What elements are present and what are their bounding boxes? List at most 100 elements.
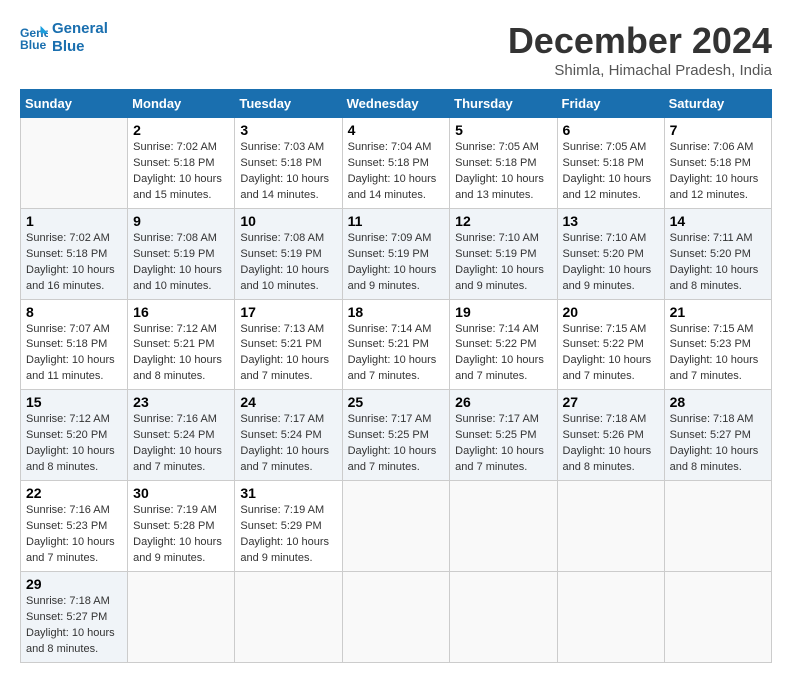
table-row (450, 481, 557, 572)
table-row: 3 Sunrise: 7:03 AM Sunset: 5:18 PM Dayli… (235, 118, 342, 209)
logo-icon: General Blue (20, 24, 48, 52)
calendar-week-row: 8 Sunrise: 7:07 AM Sunset: 5:18 PM Dayli… (21, 299, 772, 390)
location: Shimla, Himachal Pradesh, India (508, 62, 772, 79)
day-number: 14 (670, 213, 766, 229)
day-number: 1 (26, 213, 122, 229)
calendar-week-row: 2 Sunrise: 7:02 AM Sunset: 5:18 PM Dayli… (21, 118, 772, 209)
day-info: Sunrise: 7:15 AM Sunset: 5:23 PM Dayligh… (670, 322, 766, 386)
page-header: General Blue General Blue December 2024 … (20, 20, 772, 79)
table-row: 16 Sunrise: 7:12 AM Sunset: 5:21 PM Dayl… (128, 299, 235, 390)
table-row: 27 Sunrise: 7:18 AM Sunset: 5:26 PM Dayl… (557, 390, 664, 481)
day-number: 8 (26, 304, 122, 320)
table-row: 28 Sunrise: 7:18 AM Sunset: 5:27 PM Dayl… (664, 390, 771, 481)
table-row: 10 Sunrise: 7:08 AM Sunset: 5:19 PM Dayl… (235, 208, 342, 299)
day-number: 17 (240, 304, 336, 320)
day-number: 31 (240, 485, 336, 501)
day-info: Sunrise: 7:14 AM Sunset: 5:22 PM Dayligh… (455, 322, 551, 386)
day-number: 6 (563, 122, 659, 138)
day-number: 30 (133, 485, 229, 501)
table-row: 21 Sunrise: 7:15 AM Sunset: 5:23 PM Dayl… (664, 299, 771, 390)
table-row: 12 Sunrise: 7:10 AM Sunset: 5:19 PM Dayl… (450, 208, 557, 299)
table-row (21, 118, 128, 209)
table-row: 24 Sunrise: 7:17 AM Sunset: 5:24 PM Dayl… (235, 390, 342, 481)
day-number: 29 (26, 576, 122, 592)
col-friday: Friday (557, 90, 664, 118)
calendar-week-row: 1 Sunrise: 7:02 AM Sunset: 5:18 PM Dayli… (21, 208, 772, 299)
day-number: 9 (133, 213, 229, 229)
col-monday: Monday (128, 90, 235, 118)
day-number: 4 (348, 122, 445, 138)
table-row: 19 Sunrise: 7:14 AM Sunset: 5:22 PM Dayl… (450, 299, 557, 390)
table-row: 14 Sunrise: 7:11 AM Sunset: 5:20 PM Dayl… (664, 208, 771, 299)
table-row: 8 Sunrise: 7:07 AM Sunset: 5:18 PM Dayli… (21, 299, 128, 390)
table-row (557, 481, 664, 572)
day-info: Sunrise: 7:16 AM Sunset: 5:23 PM Dayligh… (26, 503, 122, 567)
day-info: Sunrise: 7:04 AM Sunset: 5:18 PM Dayligh… (348, 140, 445, 204)
col-wednesday: Wednesday (342, 90, 450, 118)
day-number: 13 (563, 213, 659, 229)
day-info: Sunrise: 7:17 AM Sunset: 5:24 PM Dayligh… (240, 412, 336, 476)
day-info: Sunrise: 7:15 AM Sunset: 5:22 PM Dayligh… (563, 322, 659, 386)
table-row (557, 571, 664, 662)
table-row: 31 Sunrise: 7:19 AM Sunset: 5:29 PM Dayl… (235, 481, 342, 572)
day-number: 15 (26, 394, 122, 410)
table-row: 4 Sunrise: 7:04 AM Sunset: 5:18 PM Dayli… (342, 118, 450, 209)
day-number: 12 (455, 213, 551, 229)
table-row: 20 Sunrise: 7:15 AM Sunset: 5:22 PM Dayl… (557, 299, 664, 390)
svg-text:Blue: Blue (20, 38, 47, 52)
day-info: Sunrise: 7:10 AM Sunset: 5:19 PM Dayligh… (455, 231, 551, 295)
day-info: Sunrise: 7:02 AM Sunset: 5:18 PM Dayligh… (26, 231, 122, 295)
table-row (235, 571, 342, 662)
day-info: Sunrise: 7:11 AM Sunset: 5:20 PM Dayligh… (670, 231, 766, 295)
table-row: 26 Sunrise: 7:17 AM Sunset: 5:25 PM Dayl… (450, 390, 557, 481)
day-info: Sunrise: 7:17 AM Sunset: 5:25 PM Dayligh… (455, 412, 551, 476)
table-row: 9 Sunrise: 7:08 AM Sunset: 5:19 PM Dayli… (128, 208, 235, 299)
table-row: 17 Sunrise: 7:13 AM Sunset: 5:21 PM Dayl… (235, 299, 342, 390)
day-number: 20 (563, 304, 659, 320)
table-row: 1 Sunrise: 7:02 AM Sunset: 5:18 PM Dayli… (21, 208, 128, 299)
day-number: 16 (133, 304, 229, 320)
table-row: 15 Sunrise: 7:12 AM Sunset: 5:20 PM Dayl… (21, 390, 128, 481)
day-number: 27 (563, 394, 659, 410)
table-row (450, 571, 557, 662)
calendar-week-row: 29 Sunrise: 7:18 AM Sunset: 5:27 PM Dayl… (21, 571, 772, 662)
day-info: Sunrise: 7:08 AM Sunset: 5:19 PM Dayligh… (133, 231, 229, 295)
day-info: Sunrise: 7:02 AM Sunset: 5:18 PM Dayligh… (133, 140, 229, 204)
table-row: 2 Sunrise: 7:02 AM Sunset: 5:18 PM Dayli… (128, 118, 235, 209)
table-row: 30 Sunrise: 7:19 AM Sunset: 5:28 PM Dayl… (128, 481, 235, 572)
day-info: Sunrise: 7:12 AM Sunset: 5:21 PM Dayligh… (133, 322, 229, 386)
day-info: Sunrise: 7:13 AM Sunset: 5:21 PM Dayligh… (240, 322, 336, 386)
table-row: 29 Sunrise: 7:18 AM Sunset: 5:27 PM Dayl… (21, 571, 128, 662)
day-number: 2 (133, 122, 229, 138)
table-row: 25 Sunrise: 7:17 AM Sunset: 5:25 PM Dayl… (342, 390, 450, 481)
day-info: Sunrise: 7:19 AM Sunset: 5:28 PM Dayligh… (133, 503, 229, 567)
day-info: Sunrise: 7:19 AM Sunset: 5:29 PM Dayligh… (240, 503, 336, 567)
day-number: 24 (240, 394, 336, 410)
table-row: 18 Sunrise: 7:14 AM Sunset: 5:21 PM Dayl… (342, 299, 450, 390)
day-number: 7 (670, 122, 766, 138)
day-info: Sunrise: 7:07 AM Sunset: 5:18 PM Dayligh… (26, 322, 122, 386)
table-row: 5 Sunrise: 7:05 AM Sunset: 5:18 PM Dayli… (450, 118, 557, 209)
day-info: Sunrise: 7:18 AM Sunset: 5:27 PM Dayligh… (670, 412, 766, 476)
day-number: 23 (133, 394, 229, 410)
calendar-week-row: 22 Sunrise: 7:16 AM Sunset: 5:23 PM Dayl… (21, 481, 772, 572)
table-row (664, 481, 771, 572)
table-row: 13 Sunrise: 7:10 AM Sunset: 5:20 PM Dayl… (557, 208, 664, 299)
col-tuesday: Tuesday (235, 90, 342, 118)
day-info: Sunrise: 7:08 AM Sunset: 5:19 PM Dayligh… (240, 231, 336, 295)
day-info: Sunrise: 7:18 AM Sunset: 5:27 PM Dayligh… (26, 594, 122, 658)
logo-line2: Blue (52, 38, 108, 56)
table-row (342, 481, 450, 572)
day-number: 21 (670, 304, 766, 320)
day-number: 26 (455, 394, 551, 410)
day-number: 28 (670, 394, 766, 410)
col-thursday: Thursday (450, 90, 557, 118)
logo: General Blue General Blue (20, 20, 108, 56)
day-info: Sunrise: 7:16 AM Sunset: 5:24 PM Dayligh… (133, 412, 229, 476)
day-number: 3 (240, 122, 336, 138)
col-sunday: Sunday (21, 90, 128, 118)
table-row: 6 Sunrise: 7:05 AM Sunset: 5:18 PM Dayli… (557, 118, 664, 209)
calendar-header-row: Sunday Monday Tuesday Wednesday Thursday… (21, 90, 772, 118)
month-title: December 2024 (508, 20, 772, 62)
day-info: Sunrise: 7:14 AM Sunset: 5:21 PM Dayligh… (348, 322, 445, 386)
